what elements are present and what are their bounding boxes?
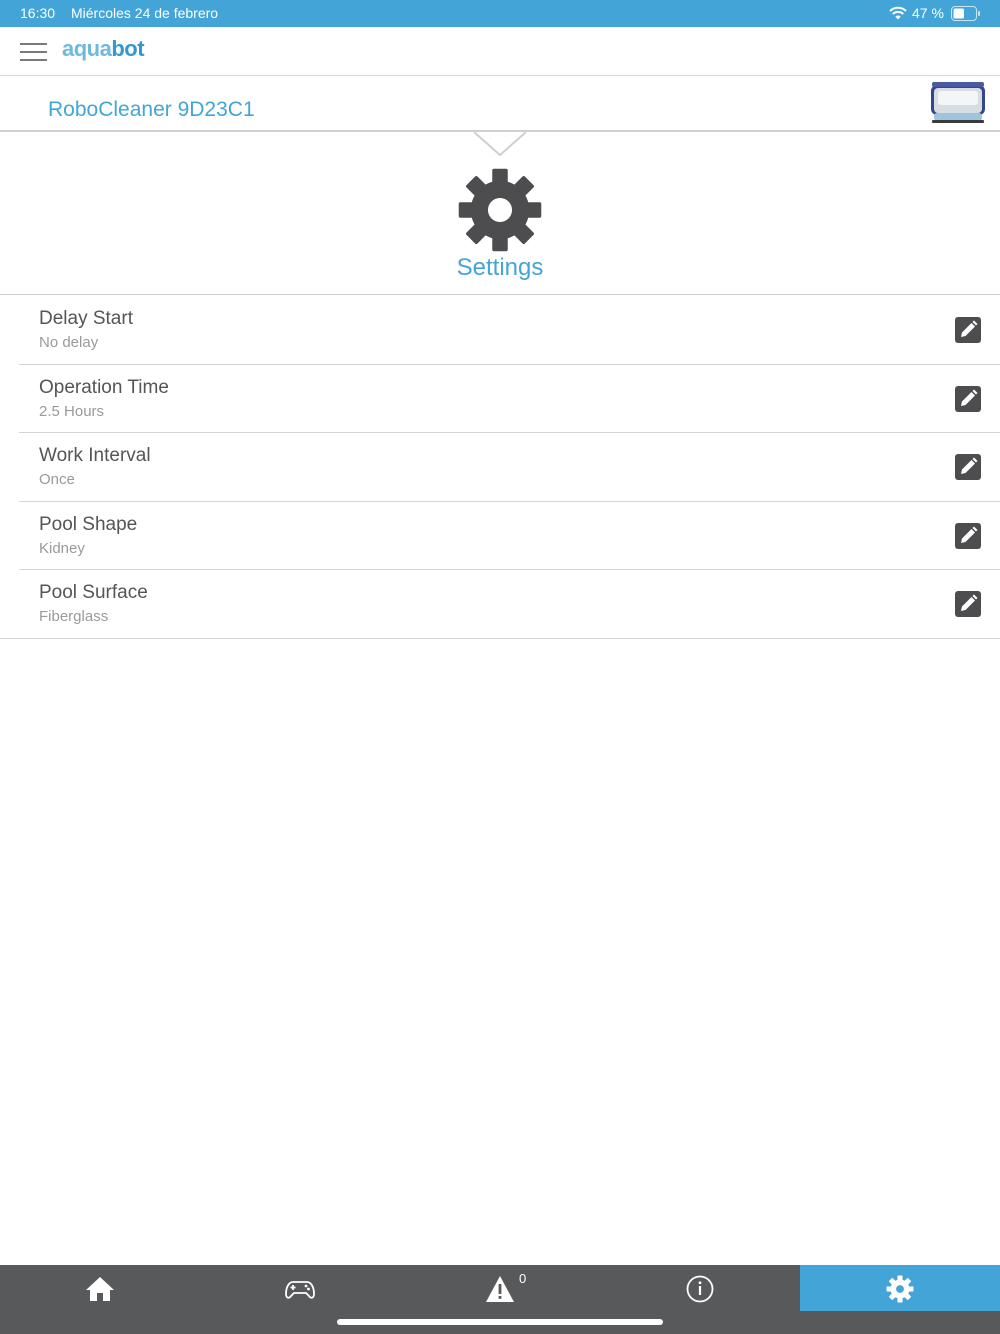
wifi-icon bbox=[889, 6, 907, 20]
tab-home[interactable] bbox=[0, 1265, 200, 1311]
setting-title: Operation Time bbox=[39, 376, 169, 398]
pointer-notch bbox=[474, 131, 526, 157]
setting-operation-time[interactable]: Operation Time 2.5 Hours bbox=[19, 365, 1000, 434]
hero-divider bbox=[0, 294, 1000, 295]
setting-value: Fiberglass bbox=[39, 608, 109, 626]
gear-icon bbox=[886, 1275, 914, 1303]
edit-pencil-icon[interactable] bbox=[955, 454, 981, 481]
setting-value: 2.5 Hours bbox=[39, 402, 105, 420]
alerts-count-badge: 0 bbox=[519, 1271, 527, 1286]
setting-title: Delay Start bbox=[39, 308, 133, 329]
status-date: Miércoles 24 de febrero bbox=[71, 5, 219, 21]
info-icon bbox=[686, 1275, 714, 1303]
aquabot-logo: aquabot bbox=[62, 36, 145, 61]
hamburger-menu-icon[interactable] bbox=[20, 42, 48, 62]
status-bar: 16:30 Miércoles 24 de febrero 47 % bbox=[0, 0, 1000, 27]
tab-alerts[interactable]: 0 bbox=[400, 1265, 600, 1311]
setting-title: Work Interval bbox=[39, 445, 151, 467]
battery-percent: 47 % bbox=[912, 5, 944, 21]
warning-icon bbox=[486, 1276, 514, 1302]
setting-title: Pool Surface bbox=[39, 582, 148, 604]
setting-value: No delay bbox=[39, 334, 99, 351]
device-name: RoboCleaner 9D23C1 bbox=[48, 98, 255, 121]
settings-list: Delay Start No delay Operation Time 2.5 … bbox=[0, 296, 1000, 639]
edit-pencil-icon[interactable] bbox=[955, 522, 981, 549]
setting-delay-start[interactable]: Delay Start No delay bbox=[19, 296, 1000, 365]
gamepad-icon bbox=[285, 1281, 315, 1299]
setting-work-interval[interactable]: Work Interval Once bbox=[19, 433, 1000, 502]
tab-remote-control[interactable] bbox=[200, 1265, 400, 1311]
setting-value: Once bbox=[39, 471, 75, 489]
setting-value: Kidney bbox=[39, 539, 85, 557]
battery-icon bbox=[951, 6, 980, 21]
setting-pool-surface[interactable]: Pool Surface Fiberglass bbox=[0, 570, 1000, 639]
home-icon bbox=[86, 1277, 114, 1301]
status-time: 16:30 bbox=[20, 5, 56, 21]
app-header: aquabot bbox=[0, 27, 1000, 76]
robot-cleaner-icon[interactable] bbox=[928, 79, 988, 127]
edit-pencil-icon[interactable] bbox=[955, 591, 981, 618]
setting-title: Pool Shape bbox=[39, 513, 138, 535]
home-indicator[interactable] bbox=[337, 1319, 663, 1325]
device-bar: RoboCleaner 9D23C1 bbox=[0, 76, 1000, 132]
gear-icon bbox=[458, 168, 542, 252]
settings-header: Settings bbox=[0, 160, 1000, 296]
edit-pencil-icon[interactable] bbox=[955, 317, 981, 343]
edit-pencil-icon[interactable] bbox=[955, 385, 981, 412]
tab-info[interactable] bbox=[600, 1265, 800, 1311]
setting-pool-shape[interactable]: Pool Shape Kidney bbox=[19, 502, 1000, 571]
page-title: Settings bbox=[456, 254, 544, 281]
tab-settings[interactable] bbox=[800, 1265, 1000, 1311]
